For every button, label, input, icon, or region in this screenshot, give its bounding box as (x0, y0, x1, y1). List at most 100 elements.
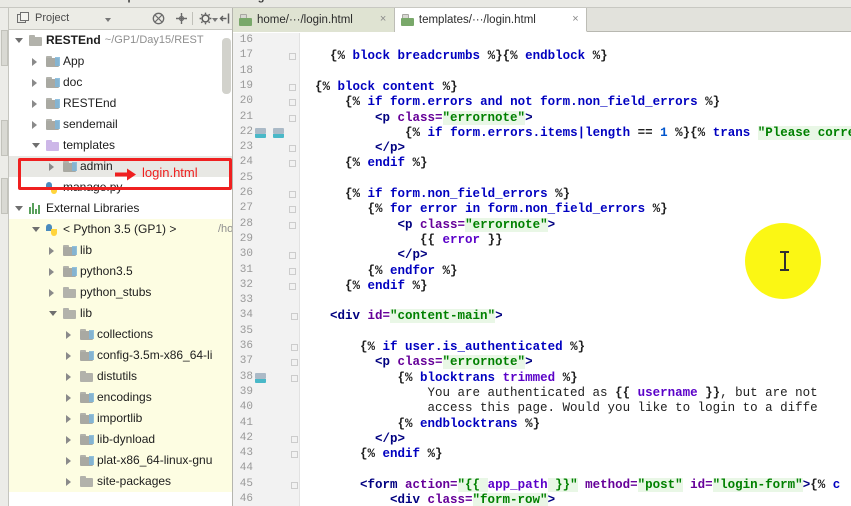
tree-node-app[interactable]: App (9, 51, 232, 72)
tree-node-doc[interactable]: doc (9, 72, 232, 93)
chevron-down-icon[interactable] (49, 311, 57, 316)
code-line[interactable]: <div class="form-row"> (300, 493, 555, 506)
chevron-right-icon[interactable] (66, 394, 71, 402)
chevron-right-icon[interactable] (66, 457, 71, 465)
code-line[interactable]: </p> (300, 141, 405, 155)
breadcrumb-item-1[interactable]: templates (108, 0, 159, 3)
fold-marker[interactable] (289, 160, 296, 168)
fold-marker[interactable] (289, 83, 296, 91)
code-line[interactable]: </p> (300, 248, 428, 262)
code-line[interactable]: <div id="content-main"> (300, 309, 503, 324)
breadcrumb-item-0[interactable]: RESTEnd (26, 0, 76, 3)
chevron-right-icon[interactable] (66, 373, 71, 381)
fold-marker[interactable] (289, 114, 296, 122)
code-line[interactable]: {% if form.non_field_errors %} (300, 187, 570, 201)
fold-marker[interactable] (289, 252, 296, 260)
fold-marker[interactable] (289, 99, 296, 107)
fold-marker[interactable] (291, 435, 298, 443)
tree-node-collections[interactable]: collections (9, 324, 232, 345)
code-line[interactable]: {% if form.errors and not form.non_field… (300, 95, 720, 109)
code-line[interactable]: {% endif %} (300, 156, 428, 170)
fold-marker[interactable] (289, 282, 296, 290)
chevron-right-icon[interactable] (32, 58, 37, 66)
fold-marker[interactable] (291, 313, 298, 321)
code-line[interactable]: <p class="errornote"> (300, 355, 533, 370)
tree-node-lib[interactable]: lib (9, 303, 232, 324)
fold-marker[interactable] (289, 53, 296, 61)
code-line[interactable]: {% block breadcrumbs %}{% endblock %} (300, 49, 608, 63)
fold-marker[interactable] (291, 481, 298, 489)
fold-marker[interactable] (291, 344, 298, 351)
chevron-right-icon[interactable] (49, 289, 54, 297)
gear-icon[interactable] (199, 12, 212, 25)
code-line[interactable]: {% endblocktrans %} (300, 417, 541, 431)
rail-button-structure[interactable] (1, 120, 8, 156)
gutter-change-icon[interactable] (255, 127, 266, 138)
gutter-change-icon[interactable] (273, 127, 284, 138)
tree-node-plat-x86-64-linux-gnu[interactable]: plat-x86_64-linux-gnu (9, 450, 232, 471)
chevron-right-icon[interactable] (66, 415, 71, 423)
chevron-down-icon[interactable] (15, 206, 23, 211)
editor-tab-1[interactable]: templates/···/login.html × (394, 8, 588, 32)
chevron-right-icon[interactable] (49, 268, 54, 276)
fold-marker[interactable] (291, 451, 298, 459)
tree-node-python3-5[interactable]: python3.5 (9, 261, 232, 282)
chevron-down-icon[interactable] (15, 38, 23, 43)
editor-tab-0[interactable]: home/···/login.html × (233, 8, 395, 32)
code-line[interactable]: {% if form.errors.items|length == 1 %}{%… (300, 125, 851, 140)
tree-node-lib[interactable]: lib (9, 240, 232, 261)
tree-node-sendemail[interactable]: sendemail (9, 114, 232, 135)
chevron-right-icon[interactable] (49, 247, 54, 255)
code-line[interactable]: <form action="{{ app_path }}" method="po… (300, 477, 840, 492)
chevron-right-icon[interactable] (66, 436, 71, 444)
hide-panel-icon[interactable] (219, 12, 232, 25)
breadcrumb-item-2[interactable]: admin (196, 0, 228, 3)
close-icon[interactable]: × (572, 13, 578, 25)
rail-button-favorites[interactable] (1, 178, 8, 214)
project-file-tree[interactable]: RESTEnd ~/GP1/Day15/REST App doc RESTEnd send… (9, 30, 232, 506)
code-line[interactable]: {% if user.is_authenticated %} (300, 340, 585, 354)
code-line[interactable]: {{ error }} (300, 233, 503, 247)
chevron-right-icon[interactable] (66, 478, 71, 486)
gear-chevron-icon[interactable] (212, 18, 218, 22)
tree-node-restend[interactable]: RESTEnd ~/GP1/Day15/REST (9, 30, 232, 51)
fold-marker[interactable] (289, 206, 296, 214)
tree-node-lib-dynload[interactable]: lib-dynload (9, 429, 232, 450)
chevron-right-icon[interactable] (32, 79, 37, 87)
chevron-down-icon[interactable] (32, 227, 40, 232)
tree-node-encodings[interactable]: encodings (9, 387, 232, 408)
code-line[interactable]: {% block content %} (300, 80, 458, 94)
code-line[interactable]: </p> (300, 432, 405, 446)
code-line[interactable]: {% blocktrans trimmed %} (300, 371, 578, 385)
editor-gutter[interactable]: 16 17 18 19 20 21 22 23 24 25 26 27 28 29 30 31 32 33 34 35… (233, 33, 300, 506)
gutter-change-icon[interactable] (255, 372, 266, 383)
tree-node-restend[interactable]: RESTEnd (9, 93, 232, 114)
target-icon[interactable] (175, 12, 188, 25)
fold-marker[interactable] (289, 221, 296, 229)
code-line[interactable]: <p class="errornote"> (300, 110, 533, 125)
chevron-right-icon[interactable] (32, 121, 37, 129)
chevron-right-icon[interactable] (32, 100, 37, 108)
tool-window-rail[interactable] (0, 8, 9, 506)
tree-node--python-3-5-gp1-[interactable]: < Python 3.5 (GP1) > /home (9, 219, 232, 240)
code-line[interactable]: You are authenticated as {{ username }},… (300, 386, 818, 400)
rail-button-project[interactable] (1, 30, 8, 66)
fold-marker[interactable] (289, 267, 296, 275)
code-line[interactable]: <p class="errornote"> (300, 217, 555, 232)
code-line[interactable]: access this page. Would you like to logi… (300, 401, 818, 415)
editor-tab-bar[interactable]: home/···/login.html × templates/···/login.… (233, 8, 851, 32)
tree-node-distutils[interactable]: distutils (9, 366, 232, 387)
breadcrumb-item-3[interactable]: login.html (248, 0, 301, 3)
collapse-all-icon[interactable] (152, 12, 165, 25)
chevron-down-icon[interactable] (32, 143, 40, 148)
code-line[interactable]: {% for error in form.non_field_errors %} (300, 202, 668, 216)
code-line[interactable]: {% endif %} (300, 279, 428, 293)
fold-marker[interactable] (291, 359, 298, 367)
tree-node-external-libraries[interactable]: External Libraries (9, 198, 232, 219)
tree-node-site-packages[interactable]: site-packages (9, 471, 232, 492)
tree-node-config-3-5m-x86-64-li[interactable]: config-3.5m-x86_64-li (9, 345, 232, 366)
chevron-down-icon[interactable] (105, 18, 111, 22)
chevron-right-icon[interactable] (49, 163, 54, 171)
tree-node-templates[interactable]: templates (9, 135, 232, 156)
code-line[interactable]: {% endif %} (300, 447, 443, 461)
